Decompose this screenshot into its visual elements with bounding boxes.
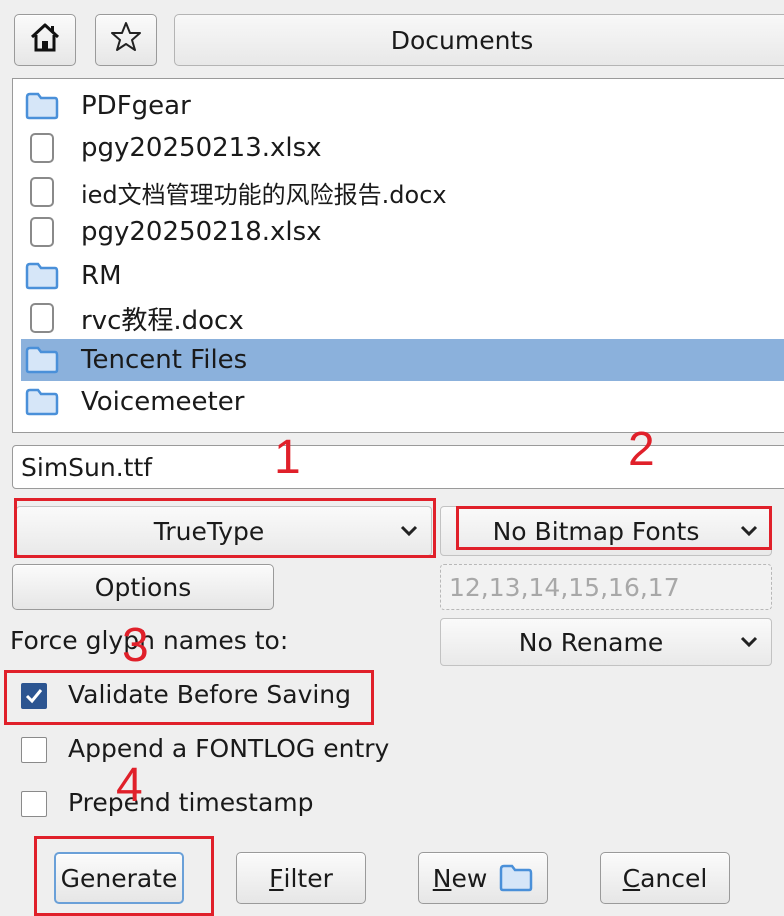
list-item[interactable]: rvc教程.docx (21, 297, 784, 339)
sizes-input[interactable]: 12,13,14,15,16,17 (440, 564, 772, 610)
file-icon (25, 175, 59, 209)
bookmark-button[interactable] (95, 14, 157, 66)
sizes-placeholder: 12,13,14,15,16,17 (449, 572, 680, 602)
cancel-mnemonic: C (622, 863, 641, 893)
new-folder-button[interactable]: New (418, 852, 548, 904)
file-list[interactable]: PDFgear pgy20250213.xlsx ied文档管理功能的风险报告.… (12, 78, 784, 433)
filename-input[interactable]: SimSun.ttf (12, 445, 784, 489)
timestamp-label[interactable]: Prepend timestamp (68, 788, 314, 817)
fontlog-checkbox[interactable] (21, 737, 47, 763)
new-label: ew (451, 863, 488, 893)
list-item-selected[interactable]: Tencent Files (21, 339, 784, 381)
annotation-box-2 (456, 506, 772, 550)
new-mnemonic: N (432, 863, 452, 893)
home-button[interactable] (14, 14, 76, 66)
annotation-box-3 (4, 670, 374, 725)
filename-value: SimSun.ttf (21, 452, 153, 482)
glyph-names-value: No Rename (518, 627, 664, 657)
folder-icon (25, 259, 59, 293)
list-item[interactable]: PDFgear (21, 85, 784, 127)
annotation-box-1 (14, 498, 436, 558)
filter-mnemonic: F (269, 863, 284, 893)
file-icon (25, 301, 59, 335)
annotation-number-4: 4 (116, 759, 143, 812)
home-icon (28, 20, 62, 60)
filter-button[interactable]: Filter (236, 852, 366, 904)
star-icon (109, 20, 143, 60)
annotation-number-3: 3 (122, 619, 149, 672)
glyph-names-label: Force glyph names to: (10, 626, 289, 655)
options-button[interactable]: Options (12, 564, 274, 610)
timestamp-checkbox[interactable] (21, 791, 47, 817)
glyph-names-select[interactable]: No Rename (440, 618, 772, 666)
path-label: Documents (390, 25, 534, 55)
list-item[interactable]: RM (21, 255, 784, 297)
folder-icon (25, 343, 59, 377)
folder-icon (25, 385, 59, 419)
file-icon (25, 215, 59, 249)
cancel-label: ancel (640, 863, 708, 893)
annotation-box-4 (34, 836, 214, 916)
file-name: rvc教程.docx (81, 305, 244, 336)
file-name: pgy20250213.xlsx (81, 133, 322, 163)
folder-icon (25, 89, 59, 123)
file-name: Tencent Files (81, 345, 248, 375)
annotation-number-2: 2 (628, 423, 655, 476)
file-name: ied文档管理功能的风险报告.docx (81, 180, 447, 209)
file-name: pgy20250218.xlsx (81, 217, 322, 247)
file-name: Voicemeeter (81, 387, 245, 417)
chevron-down-icon (740, 636, 758, 648)
folder-icon (499, 864, 533, 892)
path-bar[interactable]: Documents (174, 14, 784, 66)
file-icon (25, 131, 59, 165)
filter-label: ilter (283, 863, 333, 893)
file-name: RM (81, 261, 122, 291)
file-name: PDFgear (81, 91, 191, 121)
list-item[interactable]: ied文档管理功能的风险报告.docx (21, 171, 784, 213)
cancel-button[interactable]: Cancel (600, 852, 730, 904)
list-item[interactable]: pgy20250218.xlsx (21, 211, 784, 253)
list-item[interactable]: pgy20250213.xlsx (21, 127, 784, 169)
list-item[interactable]: Voicemeeter (21, 381, 784, 423)
annotation-number-1: 1 (274, 431, 301, 484)
